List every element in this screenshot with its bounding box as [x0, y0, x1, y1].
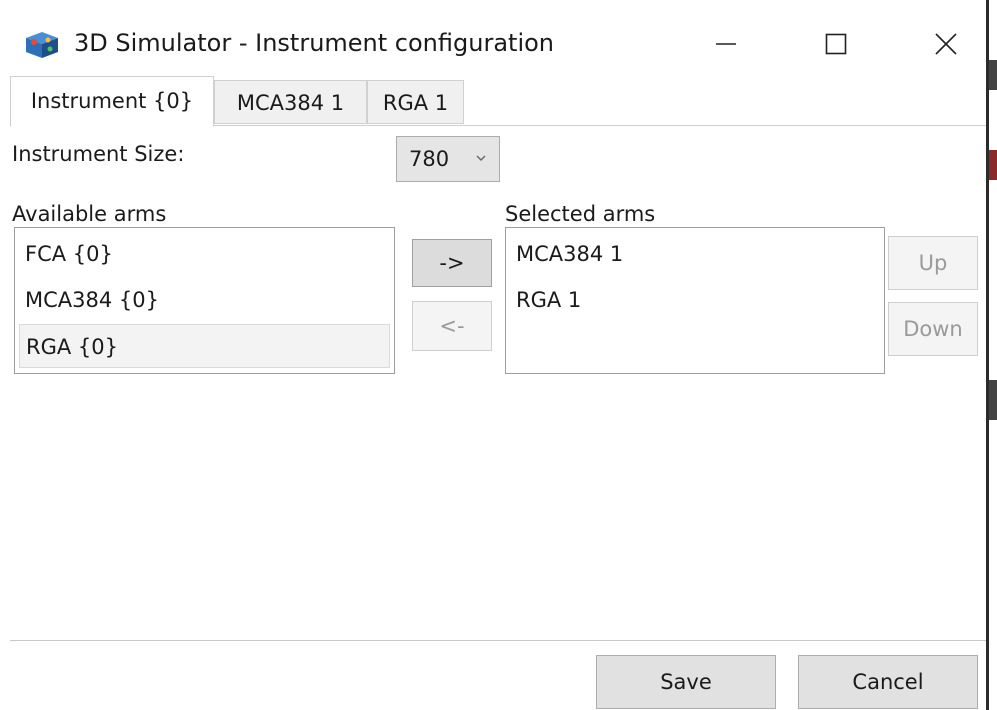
window-edge — [986, 0, 989, 710]
instrument-size-label: Instrument Size: — [12, 142, 185, 166]
chevron-down-icon — [475, 137, 487, 199]
tab-instrument[interactable]: Instrument {0} — [10, 76, 214, 127]
tab-rga-1[interactable]: RGA 1 — [367, 80, 464, 124]
selected-arm-item[interactable]: RGA 1 — [510, 278, 880, 322]
close-icon — [935, 33, 957, 55]
remove-arm-button[interactable]: <- — [412, 301, 492, 351]
selected-arms-label: Selected arms — [505, 202, 656, 226]
config-window: 3D Simulator - Instrument configuration … — [0, 0, 997, 710]
minimize-icon — [716, 43, 736, 45]
close-button[interactable] — [906, 18, 986, 70]
available-arm-item[interactable]: MCA384 {0} — [19, 278, 390, 322]
cancel-button[interactable]: Cancel — [798, 655, 978, 709]
window-title: 3D Simulator - Instrument configuration — [74, 29, 554, 57]
maximize-button[interactable] — [796, 18, 876, 70]
save-button[interactable]: Save — [596, 655, 776, 709]
selected-arm-item[interactable]: MCA384 1 — [510, 232, 880, 276]
available-arms-list[interactable]: FCA {0} MCA384 {0} RGA {0} — [14, 227, 395, 374]
title-bar[interactable]: 3D Simulator - Instrument configuration — [0, 0, 986, 80]
available-arms-label: Available arms — [12, 202, 167, 226]
edge-mark — [989, 380, 997, 420]
available-arm-item[interactable]: FCA {0} — [19, 232, 390, 276]
instrument-size-value: 780 — [409, 147, 450, 171]
edge-mark — [989, 60, 997, 90]
footer-divider — [10, 640, 986, 641]
available-arm-item[interactable]: RGA {0} — [19, 324, 390, 368]
selected-arms-list[interactable]: MCA384 1 RGA 1 — [505, 227, 885, 374]
add-arm-button[interactable]: -> — [412, 239, 492, 287]
app-simulator-icon — [24, 30, 60, 60]
move-down-button[interactable]: Down — [888, 302, 978, 356]
maximize-icon — [825, 33, 847, 55]
minimize-button[interactable] — [686, 18, 766, 70]
instrument-size-select[interactable]: 780 — [396, 136, 500, 182]
move-up-button[interactable]: Up — [888, 236, 978, 290]
edge-mark — [989, 150, 997, 180]
tab-mca384-1[interactable]: MCA384 1 — [214, 80, 367, 124]
